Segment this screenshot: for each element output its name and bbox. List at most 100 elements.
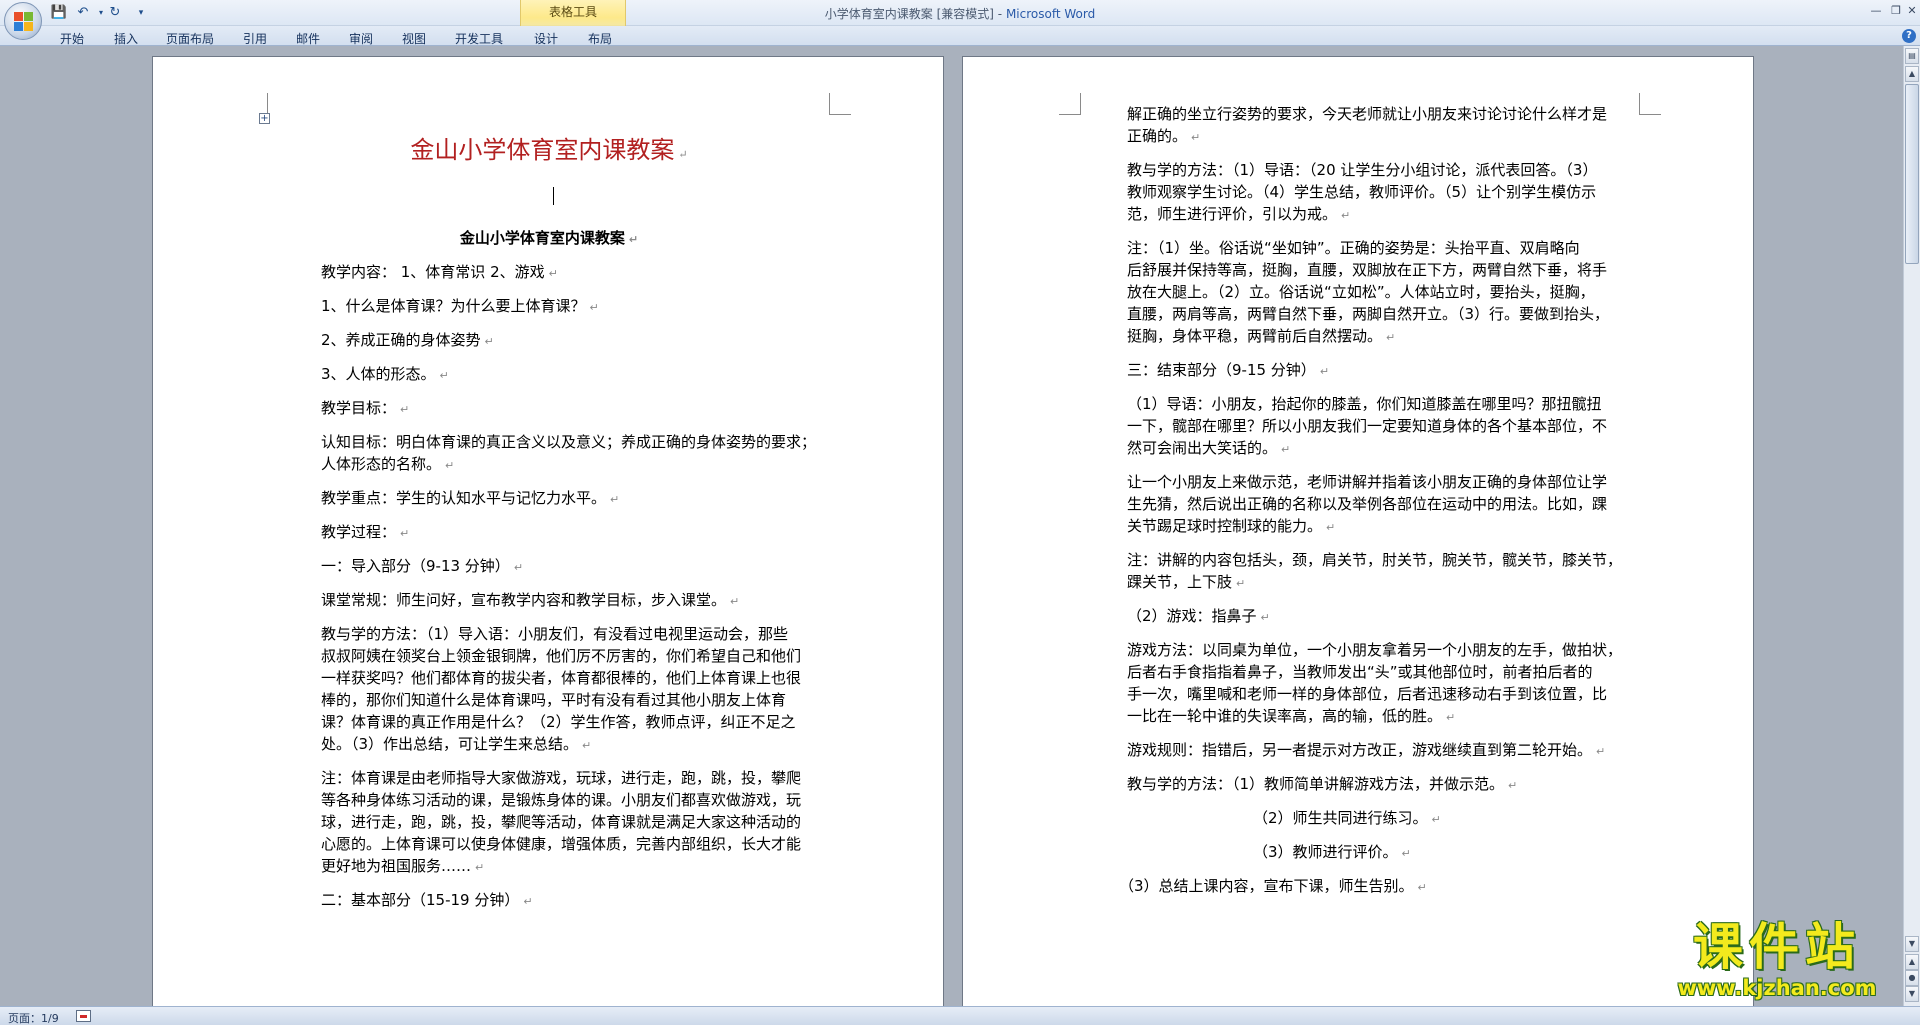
text-line: 挺胸，身体平稳，两臂前后自然摆动。 ↵ [1127, 325, 1609, 349]
paragraph: 2、养成正确的身体姿势 ↵ [321, 329, 494, 353]
paragraph: 教与学的方法：（1）教师简单讲解游戏方法，并做示范。 ↵ [1127, 773, 1517, 797]
text-line: 叔叔阿姨在领奖台上领金银铜牌，他们厉不厉害的，你们希望自己和他们 [321, 645, 801, 667]
paragraph-mark: ↵ [610, 493, 620, 506]
scroll-up-icon[interactable]: ▲ [1905, 66, 1919, 82]
ribbon-tab-bar: 开始 插入 页面布局 引用 邮件 审阅 视图 开发工具 设计 布局 [0, 26, 1920, 46]
paragraph: 解正确的坐立行姿势的要求，今天老师就让小朋友来讨论讨论什么样才是 正确的。 ↵ [1127, 103, 1607, 149]
paragraph-mark: ↵ [1326, 521, 1336, 534]
text-line: 注：（1）坐。俗话说“坐如钟”。正确的姿势是：头抬平直、双肩略向 [1127, 237, 1609, 259]
paragraph-mark: ↵ [1431, 813, 1441, 826]
table-move-handle-icon[interactable]: + [259, 113, 270, 124]
text-line: 解正确的坐立行姿势的要求，今天老师就让小朋友来讨论讨论什么样才是 [1127, 103, 1607, 125]
line-text: （3）总结上课内容，宣布下课，师生告别。 [1119, 877, 1414, 895]
paragraph-mark: ↵ [1596, 745, 1606, 758]
paragraph: 教学重点：学生的认知水平与记忆力水平。 ↵ [321, 487, 619, 511]
paragraph-mark: ↵ [1417, 881, 1427, 894]
next-page-icon[interactable]: ▼ [1905, 986, 1919, 1002]
paragraph-mark: ↵ [523, 895, 533, 908]
text-line: 一比在一轮中谁的失误率高，高的输，低的胜。 ↵ [1127, 705, 1622, 729]
document-workspace: + 金山小学体育室内课教案 ↵ 金山小学体育室内课教案 ↵ 教学内容： 1、体育常识… [0, 46, 1900, 1006]
page-indicator[interactable]: 页面：1/9 [8, 1010, 59, 1025]
line-text: 解正确的坐立行姿势的要求，今天老师就让小朋友来讨论讨论什么样才是 [1127, 105, 1608, 123]
paragraph-mark: ↵ [445, 459, 455, 472]
ruler-toggle-icon[interactable]: ▤ [1905, 48, 1919, 64]
tab-view[interactable]: 视图 [402, 30, 426, 47]
paragraph: 3、人体的形态。 ↵ [321, 363, 449, 387]
text-line: 等各种身体练习活动的课，是锻炼身体的课。小朋友们都喜欢做游戏，玩 [321, 789, 801, 811]
select-browse-object-icon[interactable]: ● [1905, 970, 1919, 986]
vertical-scrollbar[interactable]: ▤ ▲ ▼ ▲ ● ▼ [1903, 46, 1920, 1006]
paragraph-mark: ↵ [730, 595, 740, 608]
paragraph: （3）总结上课内容，宣布下课，师生告别。 ↵ [1119, 875, 1427, 899]
tab-references[interactable]: 引用 [243, 30, 267, 47]
tab-review[interactable]: 审阅 [349, 30, 373, 47]
text-line: （3）教师进行评价。 ↵ [1253, 841, 1411, 865]
document-page-2[interactable]: 解正确的坐立行姿势的要求，今天老师就让小朋友来讨论讨论什么样才是 正确的。 ↵ 教与学… [962, 56, 1754, 1006]
tab-developer[interactable]: 开发工具 [455, 30, 503, 47]
document-title-text: 金山小学体育室内课教案 [410, 136, 675, 164]
line-text: 课？体育课的真正作用是什么？（2）学生作答，教师点评，纠正不足之 [321, 713, 796, 731]
text-line: 踝关节，上下肢 ↵ [1127, 571, 1622, 595]
text-line: 教与学的方法：（1）导入语：小朋友们，有没看过电视里运动会，那些 [321, 623, 801, 645]
title-bar: 💾 ↶ ▾ ↻ ▾ 小学体育室内课教案 [兼容模式] - Microsoft W… [0, 0, 1920, 26]
line-text: 等各种身体练习活动的课，是锻炼身体的课。小朋友们都喜欢做游戏，玩 [321, 791, 802, 809]
paragraph-mark: ↵ [1191, 131, 1201, 144]
crop-mark [246, 93, 268, 115]
office-button[interactable] [4, 2, 42, 40]
previous-page-icon[interactable]: ▲ [1905, 954, 1919, 970]
tab-layout[interactable]: 布局 [588, 30, 612, 47]
line-text: 一下，髋部在哪里？所以小朋友我们一定要知道身体的各个基本部位，不 [1127, 417, 1608, 435]
minimize-icon[interactable]: — [1866, 3, 1886, 19]
crop-mark [829, 93, 851, 115]
line-text: 教与学的方法：（1）导语：（20 让学生分小组讨论，派代表回答。（3） [1127, 161, 1598, 179]
paragraph-mark: ↵ [475, 861, 485, 874]
paragraph: 一：导入部分（9-13 分钟） ↵ [321, 555, 523, 579]
paragraph: 认知目标：明白体育课的真正含义以及意义；养成正确的身体姿势的要求； 人体形态的名称… [321, 431, 816, 477]
text-line: 注：讲解的内容包括头，颈，肩关节，肘关节，腕关节，髋关节，膝关节， [1127, 549, 1622, 571]
document-subtitle: 金山小学体育室内课教案 ↵ [153, 227, 945, 251]
line-text: 教学重点：学生的认知水平与记忆力水平。 [321, 489, 607, 507]
text-line: 处。（3）作出总结，可让学生来总结。 ↵ [321, 733, 801, 757]
tab-mailings[interactable]: 邮件 [296, 30, 320, 47]
office-logo-icon [13, 11, 33, 31]
line-text: 正确的。 [1127, 127, 1188, 145]
help-icon[interactable]: ? [1902, 29, 1916, 43]
paragraph-mark: ↵ [1260, 611, 1270, 624]
tab-design[interactable]: 设计 [534, 30, 558, 47]
text-line: 范，师生进行评价，引以为戒。 ↵ [1127, 203, 1597, 227]
paragraph-mark: ↵ [1386, 331, 1396, 344]
text-line: 教学过程： ↵ [321, 521, 409, 545]
paragraph: 让一个小朋友上来做示范，老师讲解并指着该小朋友正确的身体部位让学 生先猜，然后说出… [1127, 471, 1607, 539]
document-page-1[interactable]: + 金山小学体育室内课教案 ↵ 金山小学体育室内课教案 ↵ 教学内容： 1、体育常识… [152, 56, 944, 1006]
paragraph: （2）游戏：指鼻子 ↵ [1127, 605, 1270, 629]
status-bar: 页面：1/9 [0, 1006, 1920, 1025]
tab-insert[interactable]: 插入 [114, 30, 138, 47]
tab-home[interactable]: 开始 [60, 30, 84, 47]
paragraph-mark: ↵ [1401, 847, 1411, 860]
text-line: 教学内容： 1、体育常识 2、游戏 ↵ [321, 261, 558, 285]
paragraph: 注：讲解的内容包括头，颈，肩关节，肘关节，腕关节，髋关节，膝关节， 踝关节，上下肢… [1127, 549, 1622, 595]
text-line: 球，进行走，跑，跳，投，攀爬等活动，体育课就是满足大家这种活动的 [321, 811, 801, 833]
paragraph-mark: ↵ [628, 233, 639, 246]
text-line: 生先猜，然后说出正确的名称以及举例各部位在运动中的用法。比如，踝 [1127, 493, 1607, 515]
text-line: 教师观察学生讨论。（4）学生总结，教师评价。（5）让个别学生模仿示 [1127, 181, 1597, 203]
paragraph-mark: ↵ [548, 267, 558, 280]
paragraph-mark: ↵ [1508, 779, 1518, 792]
paragraph-mark: ↵ [678, 148, 688, 161]
line-text: 直腰，两肩等高，两臂自然下垂，两脚自然开立。（3）行。要做到抬头， [1127, 305, 1610, 323]
close-icon[interactable]: ✕ [1902, 3, 1920, 19]
title-separator: - [993, 7, 1006, 21]
line-text: 认知目标：明白体育课的真正含义以及意义；养成正确的身体姿势的要求； [321, 433, 817, 451]
text-line: 教与学的方法：（1）教师简单讲解游戏方法，并做示范。 ↵ [1127, 773, 1517, 797]
text-line: 放在大腿上。（2）立。俗话说“立如松”。人体站立时，要抬头，挺胸， [1127, 281, 1609, 303]
watermark-url: www.kjzhan.com [1677, 976, 1877, 1000]
text-line: 一：导入部分（9-13 分钟） ↵ [321, 555, 523, 579]
text-line: （3）总结上课内容，宣布下课，师生告别。 ↵ [1119, 875, 1427, 899]
line-text: 教学目标： [321, 399, 397, 417]
scrollbar-thumb[interactable] [1905, 84, 1919, 264]
tab-page-layout[interactable]: 页面布局 [166, 30, 214, 47]
proofing-status-icon[interactable] [76, 1010, 91, 1022]
text-line: 后舒展并保持等高，挺胸，直腰，双脚放在正下方，两臂自然下垂，将手 [1127, 259, 1609, 281]
line-text: 人体形态的名称。 [321, 455, 442, 473]
scroll-down-icon[interactable]: ▼ [1905, 936, 1919, 952]
